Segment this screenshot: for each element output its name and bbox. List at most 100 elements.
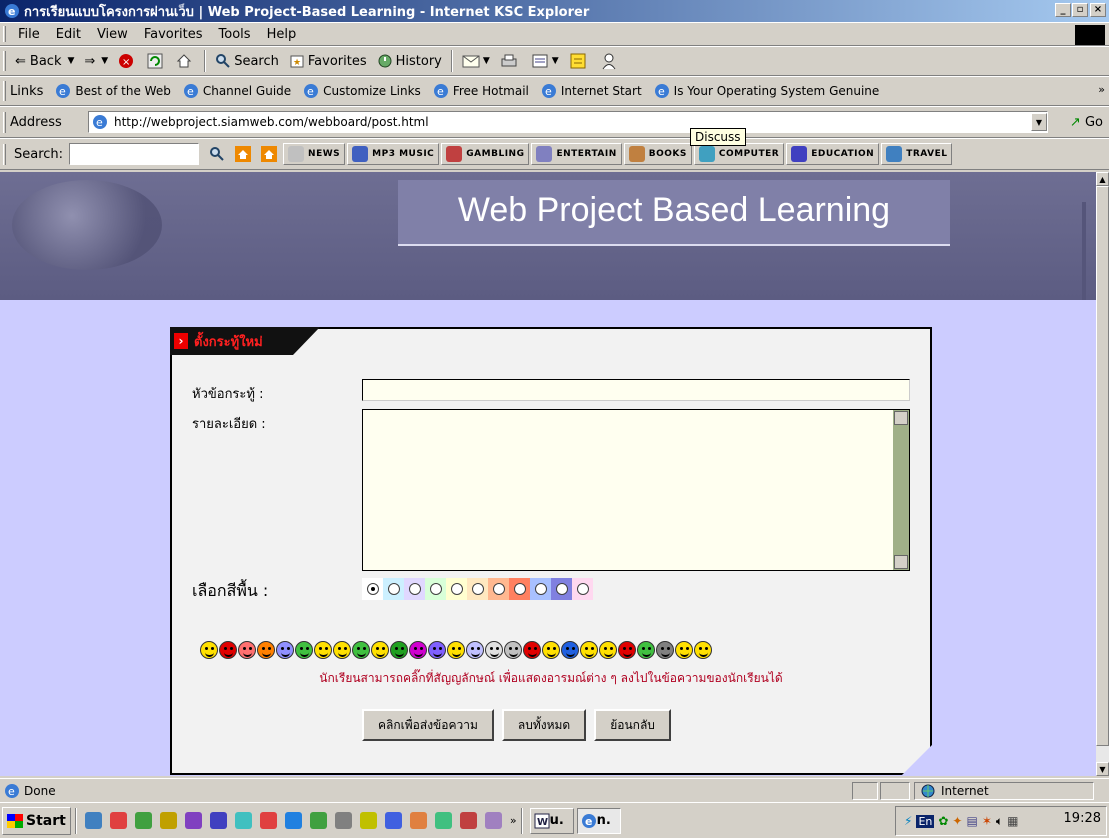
quick-launch-icon[interactable] (134, 812, 152, 829)
go-button[interactable]: ↗ Go (1070, 115, 1103, 130)
emoticon-icon[interactable] (485, 641, 503, 659)
emoticon-icon[interactable] (599, 641, 617, 659)
scroll-thumb[interactable] (1096, 186, 1109, 746)
detail-scrollbar[interactable] (893, 410, 909, 570)
bg-color-radio[interactable] (366, 583, 379, 595)
bg-color-radio[interactable] (576, 583, 589, 595)
close-button[interactable]: × (1090, 3, 1106, 17)
link-best-of-web[interactable]: e Best of the Web (49, 83, 176, 99)
quick-launch-icon[interactable] (309, 812, 327, 829)
chevron-right-icon[interactable]: » (510, 814, 517, 827)
bg-color-radio[interactable] (429, 583, 442, 595)
menu-help[interactable]: Help (259, 27, 305, 42)
quick-launch-icon[interactable] (434, 812, 452, 829)
search-home2-button[interactable] (257, 143, 281, 165)
clear-button[interactable]: ลบทั้งหมด (501, 709, 587, 741)
emoticon-icon[interactable] (466, 641, 484, 659)
search-cat-entertain[interactable]: ENTERTAIN (531, 143, 622, 165)
menu-view[interactable]: View (89, 27, 136, 42)
history-button[interactable]: History (372, 49, 447, 73)
menu-file[interactable]: File (10, 27, 48, 42)
back-button[interactable]: ย้อนกลับ (594, 709, 671, 741)
link-internet-start[interactable]: e Internet Start (535, 83, 648, 99)
discuss-button[interactable] (564, 49, 595, 73)
search-input[interactable] (69, 143, 200, 165)
back-button[interactable]: ⇐ Back ▼ (10, 49, 79, 73)
minimize-button[interactable]: _ (1055, 3, 1071, 17)
subject-input[interactable] (362, 379, 910, 401)
submit-button[interactable]: คลิกเพื่อส่งข้อความ (362, 709, 494, 741)
quick-launch-icon[interactable] (409, 812, 427, 829)
scroll-up-button[interactable] (894, 411, 908, 425)
quick-launch-icon[interactable] (459, 812, 477, 829)
tray-icon-4[interactable]: ✶ (982, 814, 992, 828)
address-input[interactable]: e http://webproject.siamweb.com/webboard… (88, 111, 1048, 133)
menu-edit[interactable]: Edit (48, 27, 89, 42)
home-button[interactable] (171, 49, 200, 73)
favorites-button[interactable]: ★ Favorites (284, 49, 372, 73)
emoticon-icon[interactable] (656, 641, 674, 659)
bg-color-radio[interactable] (555, 583, 568, 595)
refresh-button[interactable] (142, 49, 171, 73)
emoticon-icon[interactable] (276, 641, 294, 659)
search-button[interactable]: Search (210, 49, 284, 73)
emoticon-icon[interactable] (618, 641, 636, 659)
bg-color-radio[interactable] (492, 583, 505, 595)
emoticon-icon[interactable] (447, 641, 465, 659)
start-button[interactable]: Start (2, 806, 71, 835)
emoticon-icon[interactable] (314, 641, 332, 659)
search-cat-news[interactable]: NEWS (283, 143, 346, 165)
detail-textarea[interactable] (362, 409, 910, 571)
emoticon-icon[interactable] (295, 641, 313, 659)
tray-icon-1[interactable]: ✿ (938, 814, 948, 828)
link-customize-links[interactable]: e Customize Links (297, 83, 427, 99)
emoticon-icon[interactable] (637, 641, 655, 659)
quick-launch-icon[interactable] (484, 812, 502, 829)
bg-color-radio[interactable] (408, 583, 421, 595)
quick-launch-icon[interactable] (334, 812, 352, 829)
quick-launch-icon[interactable] (159, 812, 177, 829)
emoticon-icon[interactable] (257, 641, 275, 659)
quick-launch-icon[interactable] (234, 812, 252, 829)
quick-launch-icon[interactable] (109, 812, 127, 829)
task-ie[interactable]: e n. (576, 807, 621, 834)
bg-color-radio[interactable] (450, 583, 463, 595)
bg-color-radio[interactable] (471, 583, 484, 595)
emoticon-icon[interactable] (390, 641, 408, 659)
messenger-button[interactable] (595, 49, 626, 73)
emoticon-icon[interactable] (694, 641, 712, 659)
search-cat-travel[interactable]: TRAVEL (881, 143, 953, 165)
scroll-up-arrow-icon[interactable]: ▲ (1096, 172, 1109, 186)
edit-button[interactable]: ▼ (526, 49, 564, 73)
emoticon-icon[interactable] (428, 641, 446, 659)
scroll-down-arrow-icon[interactable]: ▼ (1096, 762, 1109, 776)
emoticon-icon[interactable] (504, 641, 522, 659)
maximize-button[interactable]: ▫ (1072, 3, 1088, 17)
quick-launch-icon[interactable] (284, 812, 302, 829)
quick-launch-icon[interactable] (359, 812, 377, 829)
search-cat-gambling[interactable]: GAMBLING (441, 143, 530, 165)
emoticon-icon[interactable] (238, 641, 256, 659)
emoticon-icon[interactable] (561, 641, 579, 659)
menu-favorites[interactable]: Favorites (136, 27, 211, 42)
network-icon[interactable]: ⚡ (904, 814, 912, 828)
search-go-button[interactable] (205, 143, 229, 165)
emoticon-icon[interactable] (333, 641, 351, 659)
emoticon-icon[interactable] (409, 641, 427, 659)
emoticon-icon[interactable] (371, 641, 389, 659)
menu-tools[interactable]: Tools (211, 27, 259, 42)
search-home-button[interactable] (231, 143, 255, 165)
emoticon-icon[interactable] (352, 641, 370, 659)
emoticon-icon[interactable] (542, 641, 560, 659)
bg-color-radio[interactable] (534, 583, 547, 595)
bg-color-radio[interactable] (387, 583, 400, 595)
task-word[interactable]: Wu. (529, 807, 574, 834)
forward-button[interactable]: ⇒ ▼ (79, 49, 113, 73)
emoticon-icon[interactable] (675, 641, 693, 659)
scroll-down-button[interactable] (894, 555, 908, 569)
quick-launch-icon[interactable] (259, 812, 277, 829)
search-cat-music[interactable]: MP3 MUSIC (347, 143, 440, 165)
emoticon-icon[interactable] (219, 641, 237, 659)
quick-launch-icon[interactable] (209, 812, 227, 829)
link-free-hotmail[interactable]: e Free Hotmail (427, 83, 535, 99)
